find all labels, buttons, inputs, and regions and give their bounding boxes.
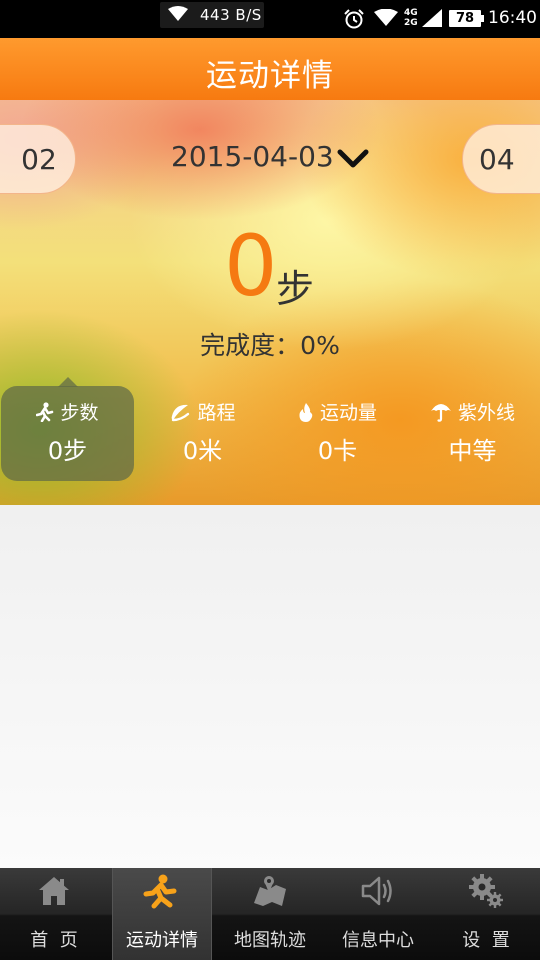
nav-message-center[interactable]: 信息中心 [324,868,432,960]
detail-content-area [0,505,540,868]
step-unit: 步 [276,267,315,311]
wifi-icon [374,9,398,26]
nav-sport-detail[interactable]: 运动详情 [112,868,212,960]
stat-label: 步数 [60,402,99,424]
speaker-icon [361,876,392,906]
stat-label: 路程 [197,402,236,424]
page-title: 运动详情 [206,58,334,94]
alarm-icon [344,9,364,29]
battery-icon: 78 [449,10,484,27]
completion-value: 0% [300,331,340,360]
completion-label: 完成度： [200,331,301,360]
clock: 16:40 [488,8,537,28]
step-count: 0 [224,217,278,315]
stat-label: 紫外线 [457,402,515,424]
moon-icon [172,404,190,422]
stat-value: 0米 [182,437,223,465]
running-person-icon [143,874,177,909]
map-icon [254,876,286,906]
gears-icon [469,874,503,908]
status-bar: 443 B/S 4G 2G 78 16:40 [0,0,540,38]
stat-value: 0卡 [317,437,358,465]
current-date[interactable]: 2015-04-03 [171,140,334,173]
title-bar: 运动详情 [0,38,540,100]
nav-label: 信息中心 [342,930,414,951]
stat-tab-steps[interactable]: 步数 0步 [1,377,134,481]
stat-value: 中等 [448,437,497,465]
previous-day-button[interactable]: 02 [0,124,76,194]
completion-rate: 完成度：0% [0,326,540,362]
nav-label: 地图轨迹 [234,930,306,951]
flame-icon [299,403,313,422]
activity-summary-panel: 02 04 2015-04-03 0 步 完成度：0% 步数 0步 路程 0米 [0,100,540,505]
nav-label: 运动详情 [126,930,198,951]
stat-value: 0步 [47,437,88,465]
network-speed: 443 B/S [200,6,262,24]
wifi-icon [168,6,188,21]
stat-tab-calories[interactable]: 运动量 0卡 [270,386,405,481]
home-icon [39,877,69,905]
bottom-navigation: 首 页 运动详情 地图轨迹 信息中心 设 置 [0,868,540,960]
stat-tab-distance[interactable]: 路程 0米 [135,386,270,481]
walker-icon [36,402,54,423]
nav-settings[interactable]: 设 置 [432,868,540,960]
umbrella-icon [430,404,451,422]
network-type: 4G 2G [404,8,418,28]
stat-label: 运动量 [319,402,377,424]
signal-icon [422,9,442,27]
next-day-button[interactable]: 04 [462,124,540,194]
nav-label: 设 置 [462,930,510,951]
nav-map-track[interactable]: 地图轨迹 [216,868,324,960]
nav-home[interactable]: 首 页 [0,868,108,960]
stat-tab-uv[interactable]: 紫外线 中等 [405,386,540,481]
chevron-down-icon[interactable] [337,148,369,170]
nav-label: 首 页 [30,930,78,951]
